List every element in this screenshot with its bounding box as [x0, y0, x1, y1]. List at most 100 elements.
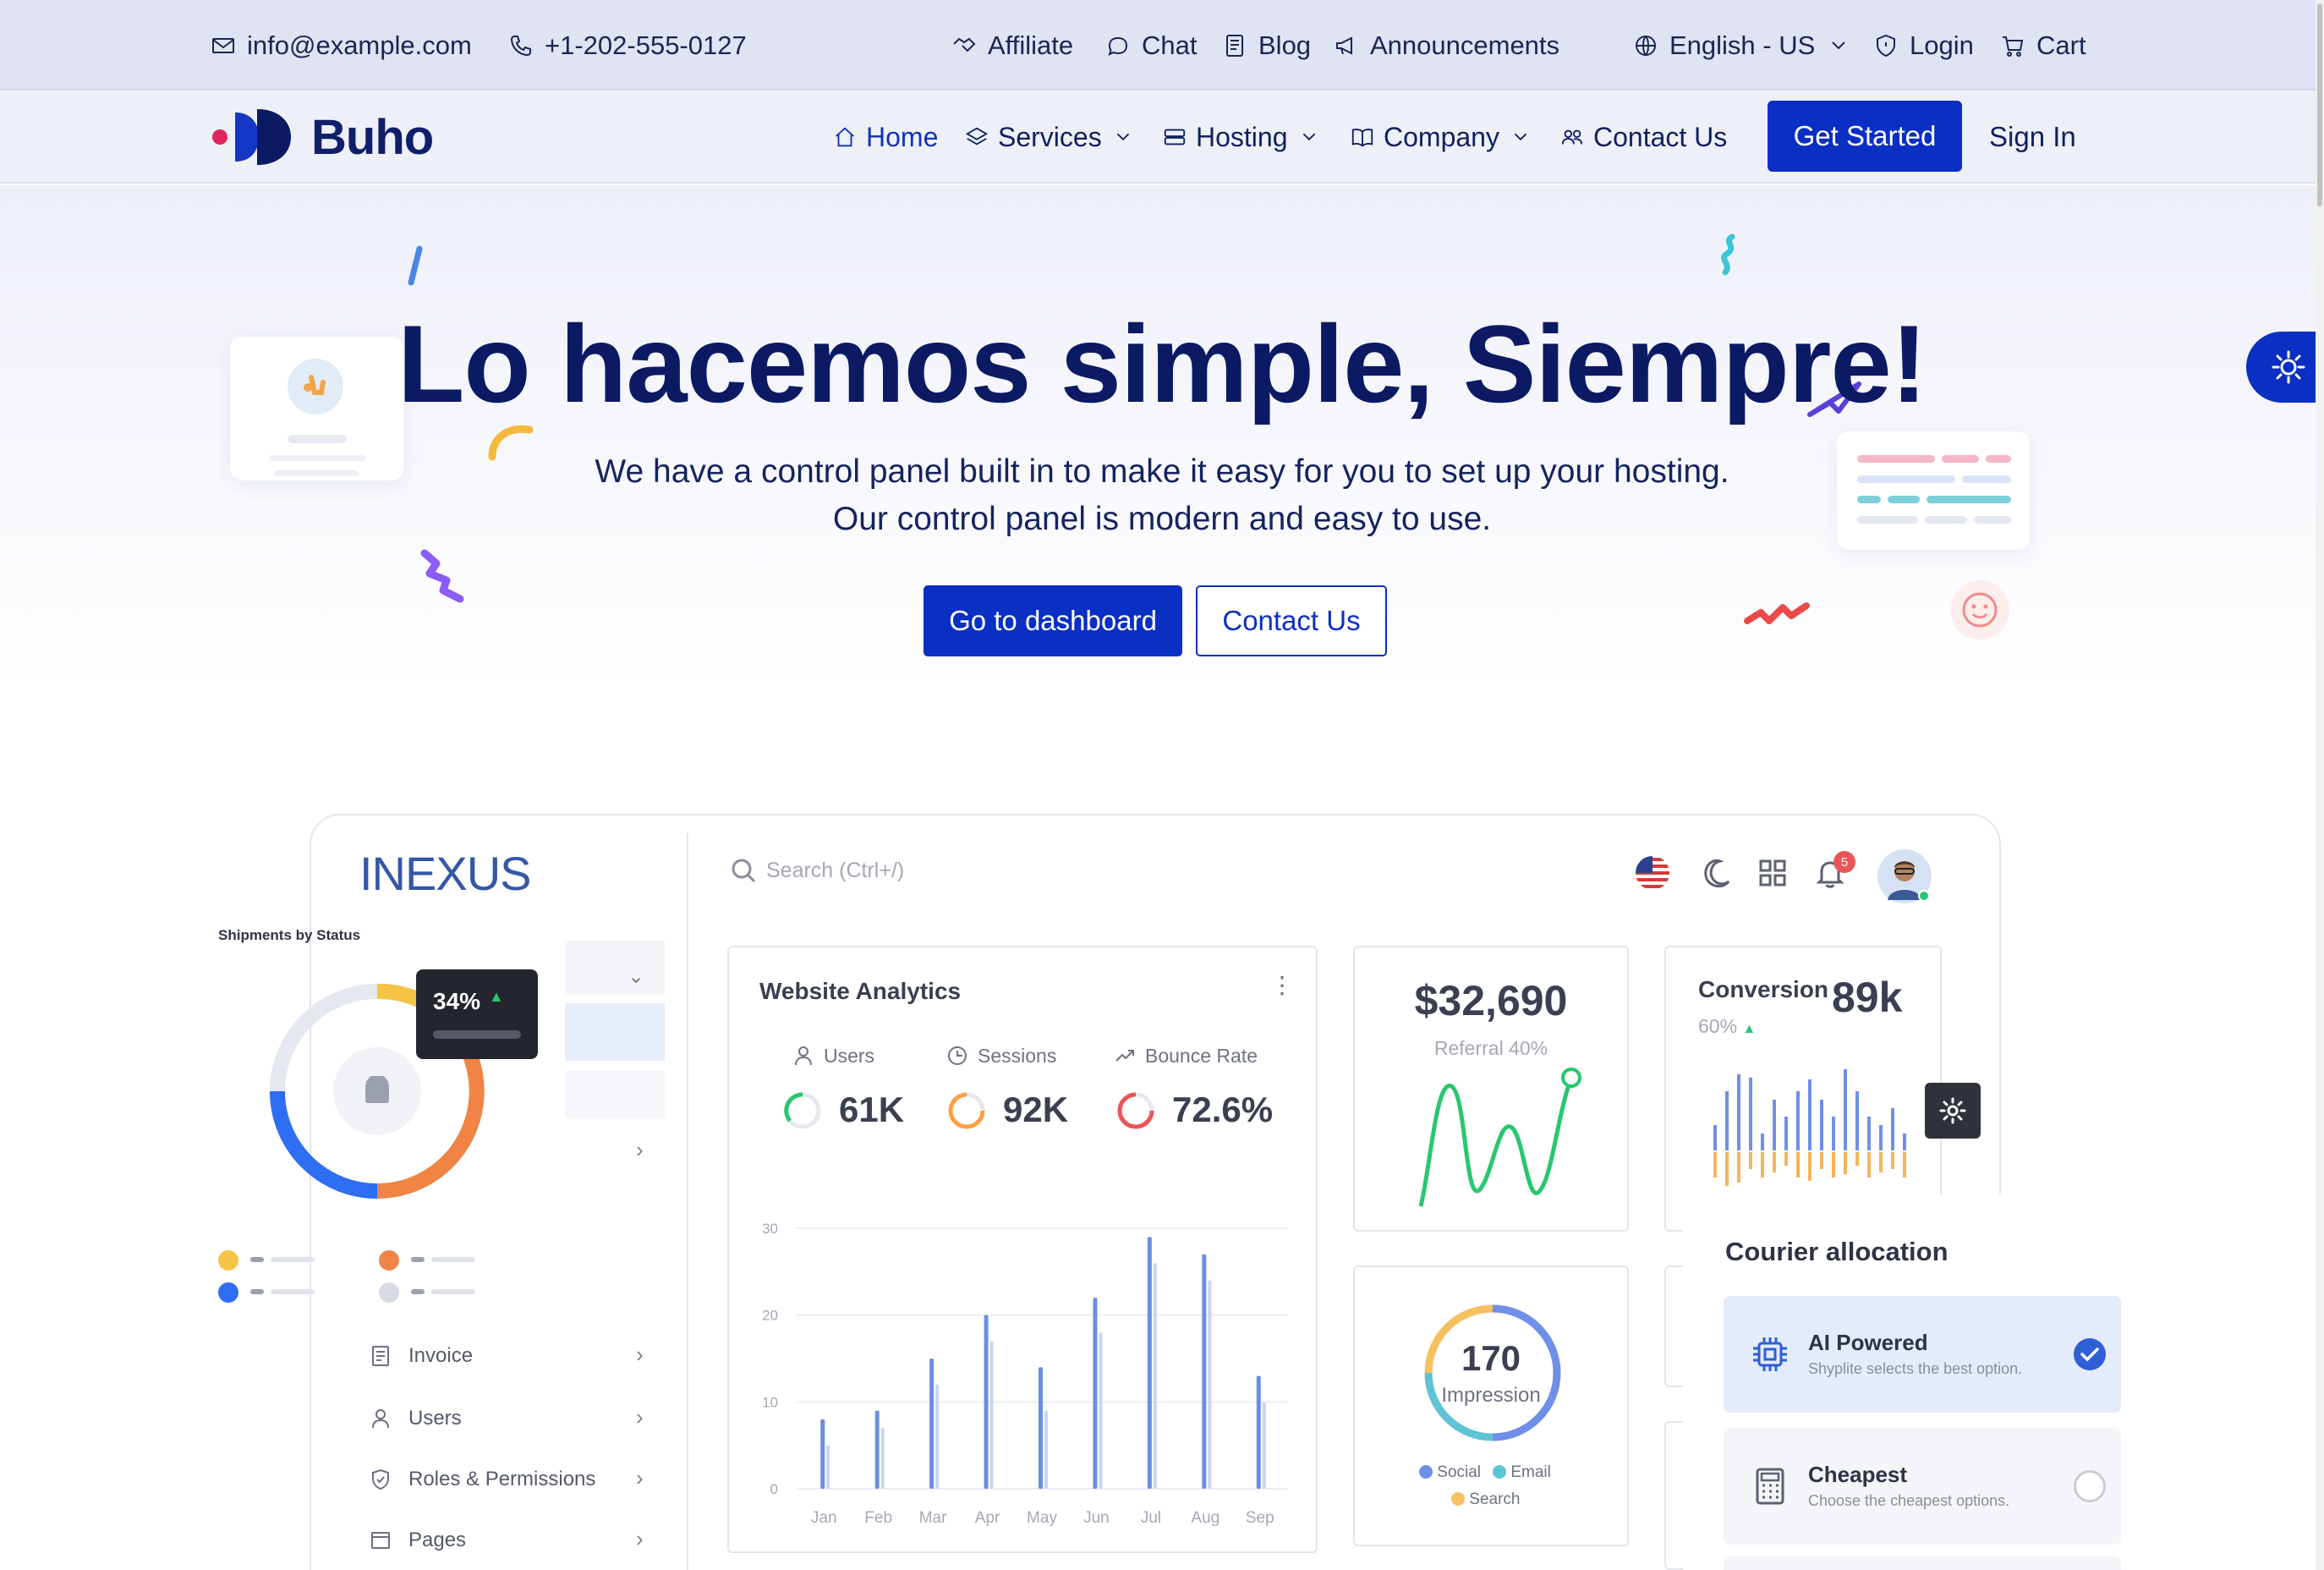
top-bar: info@example.com +1-202-555-0127 Affilia… [0, 0, 2324, 91]
bar [1784, 1117, 1788, 1150]
bar [1761, 1152, 1764, 1178]
shield-check-icon [372, 1468, 389, 1490]
calculator-icon [1756, 1468, 1784, 1505]
bar [1737, 1152, 1740, 1183]
phone-link[interactable]: +1-202-555-0127 [507, 0, 747, 91]
sidebar-item-roles[interactable]: Roles & Permissions [368, 1467, 595, 1492]
impression-card: 170 Impression Social Email Search [1353, 1265, 1629, 1546]
sun-icon [2272, 350, 2305, 384]
layers-icon [965, 127, 989, 145]
bar [1773, 1152, 1776, 1172]
decor-squiggle-teal [1721, 233, 1735, 276]
bar [1202, 1254, 1207, 1489]
globe-icon [1636, 35, 1656, 56]
sidebar-item-pages[interactable]: Pages [368, 1528, 466, 1553]
bar [1713, 1125, 1717, 1150]
brand-logo[interactable]: Buho [210, 106, 434, 168]
bar [1784, 1152, 1788, 1166]
chevron-down-icon[interactable]: ⌄ [628, 964, 644, 989]
nav-company[interactable]: Company [1350, 91, 1533, 184]
bar [1262, 1402, 1266, 1489]
y-tick-label: 20 [762, 1308, 778, 1324]
bar [989, 1341, 994, 1489]
email-link[interactable]: info@example.com [210, 0, 472, 91]
conversion-percent: 60% ▲ [1698, 1015, 1757, 1037]
decor-zigzag-purple [420, 549, 464, 603]
bar [984, 1315, 989, 1489]
login-link[interactable]: Login [1872, 0, 1974, 91]
bar [1879, 1125, 1883, 1150]
shipments-card: Shipments by Status 34% ▲ [206, 900, 565, 1343]
courier-option-cheapest[interactable]: Cheapest Choose the cheapest options. [1724, 1428, 2121, 1545]
sign-in-link[interactable]: Sign In [1989, 91, 2076, 184]
trending-up-icon [1115, 1050, 1134, 1062]
users-icon [1561, 129, 1583, 145]
get-started-button[interactable]: Get Started [1768, 101, 1962, 172]
x-tick-label: Mar [919, 1509, 947, 1527]
bar [1820, 1152, 1823, 1169]
impression-label: Impression [1441, 1384, 1541, 1407]
courier-allocation-panel: Courier allocation AI Powered Shyplite s… [1683, 1194, 2157, 1570]
moon-icon[interactable] [1696, 854, 1734, 896]
x-tick-label: Apr [975, 1509, 1000, 1527]
chevron-right-icon: › [636, 1465, 644, 1490]
sidebar-item-invoice[interactable]: Invoice [368, 1343, 473, 1369]
avatar[interactable] [1877, 849, 1932, 903]
language-selector[interactable]: English - US [1632, 0, 1852, 91]
scrollbar-thumb[interactable] [2317, 3, 2322, 206]
analytics-title: Website Analytics [759, 978, 962, 1004]
nav-services[interactable]: Services [964, 91, 1136, 184]
us-flag-icon[interactable] [1634, 854, 1671, 896]
affiliate-link[interactable]: Affiliate [951, 0, 1073, 91]
chevron-right-icon: › [636, 1342, 644, 1367]
bar [1773, 1100, 1776, 1150]
bar [1796, 1152, 1800, 1178]
book-icon [1351, 129, 1373, 147]
bar [1208, 1280, 1212, 1489]
grid-icon[interactable] [1754, 854, 1791, 896]
chat-link[interactable]: Chat [1104, 0, 1197, 91]
conversion-card: Conversion 89k 60% ▲ [1664, 946, 1942, 1232]
settings-button[interactable] [1925, 1083, 1981, 1139]
trend-up-icon: ▲ [489, 988, 504, 1005]
server-icon [1164, 129, 1186, 145]
announcements-link[interactable]: Announcements [1333, 0, 1559, 91]
blog-link[interactable]: Blog [1221, 0, 1311, 91]
impression-legend: Social Email [1419, 1463, 1551, 1482]
logo-mark-icon [210, 107, 294, 167]
x-tick-label: Jul [1141, 1509, 1161, 1527]
user-icon [795, 1046, 812, 1066]
nav-hosting[interactable]: Hosting [1162, 91, 1322, 184]
decor-line-blue [408, 245, 423, 286]
go-to-dashboard-button[interactable]: Go to dashboard [924, 585, 1182, 656]
nav-home[interactable]: Home [832, 91, 938, 184]
bar [1879, 1152, 1883, 1172]
home-icon [836, 127, 854, 147]
x-tick-label: Feb [864, 1509, 892, 1527]
chevron-right-icon[interactable]: › [636, 1137, 644, 1163]
bar [1891, 1108, 1894, 1150]
x-tick-label: Jan [811, 1509, 837, 1527]
bar [1256, 1375, 1261, 1489]
nav-contact[interactable]: Contact Us [1559, 91, 1727, 184]
sidebar-item-users[interactable]: Users [368, 1406, 462, 1431]
more-vertical-icon[interactable]: ⋮ [1270, 974, 1294, 997]
conversion-value: 89k [1832, 974, 1903, 1021]
courier-option-ai[interactable]: AI Powered Shyplite selects the best opt… [1724, 1296, 2121, 1413]
dashboard-search[interactable]: Search (Ctrl+/) [729, 856, 904, 885]
scrollbar-track[interactable] [2316, 0, 2324, 1570]
x-tick-label: May [1027, 1509, 1057, 1527]
cart-link[interactable]: Cart [1999, 0, 2086, 91]
users-progress-ring [784, 1092, 821, 1129]
bar [1844, 1069, 1847, 1150]
revenue-value: $32,690 [1414, 977, 1568, 1024]
bar [1855, 1152, 1859, 1166]
invoice-icon [372, 1346, 389, 1366]
revenue-label: Referral 40% [1433, 1037, 1548, 1059]
theme-toggle-button[interactable] [2246, 332, 2324, 403]
bar [1796, 1091, 1800, 1150]
hero-contact-button[interactable]: Contact Us [1196, 585, 1387, 656]
bar [820, 1419, 825, 1489]
revenue-sparkline [1418, 1068, 1581, 1207]
document-icon [1226, 34, 1243, 57]
